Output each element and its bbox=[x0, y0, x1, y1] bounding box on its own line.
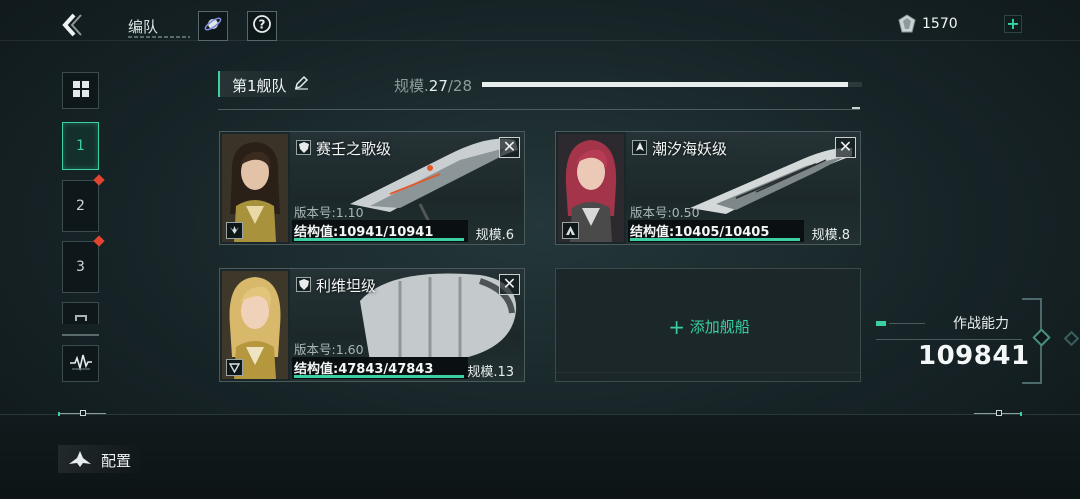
ship-structure: 结构值:10405/10405 bbox=[628, 220, 804, 242]
fleet-slot-1[interactable]: 1 bbox=[62, 122, 99, 170]
fleet-slot-4[interactable] bbox=[62, 302, 99, 324]
bottom-divider bbox=[0, 414, 1080, 415]
planet-icon bbox=[203, 14, 223, 38]
fleet-scale-bar bbox=[482, 82, 862, 87]
fleet-scale-label: 规模.27/28 bbox=[394, 75, 472, 96]
ship-structure-bar bbox=[630, 238, 800, 241]
ship-structure-bar bbox=[294, 375, 464, 378]
close-icon[interactable]: ✕ bbox=[499, 137, 520, 158]
captain-rank-icon bbox=[562, 222, 579, 239]
overview-grid-button[interactable] bbox=[62, 72, 99, 109]
ship-card[interactable]: 赛壬之歌级 ✕ 版本号:1.10 结构值:10941/10941 规模.6 bbox=[219, 131, 525, 245]
captain-portrait bbox=[222, 271, 288, 379]
ship-card[interactable]: 潮汐海妖级 ✕ 版本号:0.50 结构值:10405/10405 规模.8 bbox=[555, 131, 861, 245]
config-label: 配置 bbox=[101, 452, 132, 470]
alert-dot bbox=[93, 235, 105, 247]
captain-portrait bbox=[558, 134, 624, 242]
edit-icon[interactable] bbox=[294, 75, 309, 94]
scale-current: 27 bbox=[428, 77, 448, 95]
ship-structure: 结构值:47843/47843 bbox=[292, 357, 468, 379]
ship-structure-bar bbox=[294, 238, 464, 241]
ship-card[interactable]: 利维坦级 ✕ 版本号:1.60 结构值:47843/47843 规模.13 bbox=[219, 268, 525, 382]
title-underline bbox=[128, 36, 190, 38]
captain-portrait bbox=[222, 134, 288, 242]
ship-version: 版本号:1.10 bbox=[294, 205, 364, 220]
svg-text:?: ? bbox=[259, 18, 266, 32]
ship-version: 版本号:1.60 bbox=[294, 342, 364, 357]
fleet-slot-label: 2 bbox=[76, 198, 85, 214]
fleet-name: 第1舰队 bbox=[232, 77, 287, 95]
combat-power-title: 作战能力 bbox=[953, 316, 1009, 332]
fleet-slot-label: 3 bbox=[76, 259, 85, 275]
combat-power-value: 109841 bbox=[918, 341, 1030, 371]
scale-max: /28 bbox=[447, 77, 473, 95]
ship-version: 版本号:0.50 bbox=[630, 205, 700, 220]
add-ship-label: + 添加舰船 bbox=[556, 315, 862, 339]
fleet-slot-label: 1 bbox=[76, 138, 85, 154]
captain-rank-icon bbox=[226, 222, 243, 239]
sidebar-divider bbox=[62, 334, 99, 336]
currency-display: 1570 + bbox=[898, 14, 1024, 36]
pulse-icon bbox=[69, 352, 93, 376]
left-slider-knob[interactable] bbox=[80, 410, 86, 416]
shield-icon bbox=[296, 140, 311, 155]
slot-4-partial bbox=[74, 314, 87, 321]
currency-amount: 1570 bbox=[922, 16, 958, 32]
power-diamond-outer bbox=[1063, 330, 1080, 347]
top-divider bbox=[0, 40, 1080, 41]
ship-name: 潮汐海妖级 bbox=[652, 140, 728, 158]
ship-scale: 规模.6 bbox=[475, 228, 514, 243]
gem-icon bbox=[898, 14, 916, 34]
fleet-slot-3[interactable]: 3 bbox=[62, 235, 105, 293]
right-slider[interactable] bbox=[974, 410, 1022, 416]
page-title: 编队 bbox=[128, 18, 159, 36]
ship-scale: 规模.13 bbox=[467, 365, 514, 380]
add-card-decoration bbox=[556, 372, 860, 373]
grid-icon bbox=[72, 80, 89, 101]
add-ship-text: 添加舰船 bbox=[689, 318, 750, 336]
alert-dot bbox=[93, 174, 105, 186]
ship-scale: 规模.8 bbox=[811, 228, 850, 243]
ship-structure: 结构值:10941/10941 bbox=[292, 220, 468, 242]
back-arrow-icon[interactable] bbox=[60, 12, 86, 38]
fleet-slot-2[interactable]: 2 bbox=[62, 174, 105, 232]
help-icon: ? bbox=[252, 14, 272, 38]
plus-icon: + bbox=[1006, 14, 1020, 33]
ship-name: 利维坦级 bbox=[316, 277, 377, 295]
fleet-scale-fill bbox=[482, 82, 849, 87]
ship-name: 赛壬之歌级 bbox=[316, 140, 392, 158]
bottom-panel bbox=[0, 414, 1080, 499]
close-icon[interactable]: ✕ bbox=[835, 137, 856, 158]
plus-icon: + bbox=[668, 315, 685, 339]
add-currency-button[interactable]: + bbox=[1004, 15, 1022, 33]
close-icon[interactable]: ✕ bbox=[499, 274, 520, 295]
fleet-name-tab[interactable]: 第1舰队 bbox=[218, 71, 322, 97]
right-slider-knob[interactable] bbox=[996, 410, 1002, 416]
fleet-stats-button[interactable] bbox=[62, 345, 99, 382]
fleet-planet-button[interactable] bbox=[198, 11, 228, 41]
add-ship-button[interactable]: + 添加舰船 bbox=[555, 268, 861, 382]
header-divider-end bbox=[852, 107, 860, 109]
ship-icon bbox=[68, 450, 92, 472]
captain-rank-icon bbox=[226, 359, 243, 376]
combat-power-divider bbox=[876, 339, 1022, 340]
ship-class-icon bbox=[632, 140, 647, 155]
header-divider bbox=[218, 109, 860, 110]
help-button[interactable]: ? bbox=[247, 11, 277, 41]
config-button[interactable]: 配置 bbox=[58, 445, 144, 473]
scale-prefix: 规模. bbox=[394, 77, 429, 95]
shield-icon bbox=[296, 277, 311, 292]
power-decoration bbox=[876, 320, 926, 330]
left-slider[interactable] bbox=[58, 410, 106, 416]
